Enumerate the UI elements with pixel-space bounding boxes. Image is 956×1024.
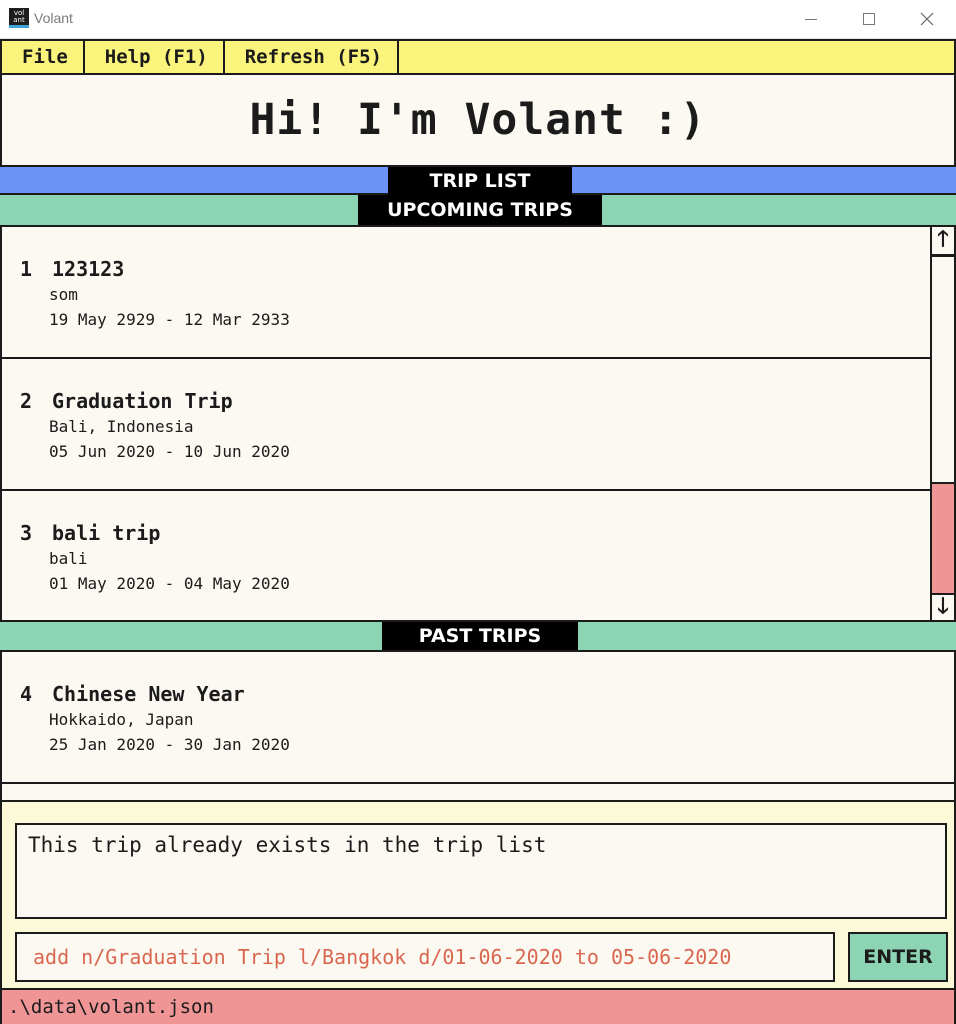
greeting-banner: Hi! I'm Volant :) (0, 75, 956, 165)
close-button[interactable] (898, 0, 956, 38)
menu-refresh[interactable]: Refresh (F5) (225, 41, 399, 73)
trip-destination: som (49, 285, 78, 304)
window-title-bar: vol ant Volant (0, 0, 956, 39)
trip-name: bali trip (52, 521, 161, 545)
maximize-icon (863, 13, 875, 25)
trip-index: 2 (20, 389, 33, 413)
result-message: This trip already exists in the trip lis… (28, 833, 547, 857)
trip-card[interactable]: 1 123123 som 19 May 2929 - 12 Mar 2933 (2, 227, 930, 359)
trip-index: 4 (20, 682, 33, 706)
trip-destination: Hokkaido, Japan (49, 710, 194, 729)
scroll-thumb[interactable] (932, 482, 954, 595)
past-trips-list[interactable]: 4 Chinese New Year Hokkaido, Japan 25 Ja… (0, 652, 956, 800)
trip-list-header: TRIP LIST (0, 165, 956, 195)
upcoming-trips-label: UPCOMING TRIPS (358, 195, 602, 225)
result-display: This trip already exists in the trip lis… (15, 823, 947, 919)
minimize-icon (805, 18, 817, 20)
minimize-button[interactable] (782, 0, 840, 38)
past-trips-header: PAST TRIPS (0, 620, 956, 652)
maximize-button[interactable] (840, 0, 898, 38)
trip-card[interactable]: 3 bali trip bali 01 May 2020 - 04 May 20… (2, 491, 930, 620)
trip-name: Graduation Trip (52, 389, 233, 413)
trip-index: 3 (20, 521, 33, 545)
enter-button[interactable]: ENTER (848, 932, 948, 982)
trip-card[interactable]: 4 Chinese New Year Hokkaido, Japan 25 Ja… (2, 652, 954, 784)
command-area: This trip already exists in the trip lis… (0, 800, 956, 988)
scroll-up-arrow-icon[interactable]: 🡑 (932, 227, 954, 257)
trip-dates: 01 May 2020 - 04 May 2020 (49, 574, 290, 593)
trip-card[interactable]: 2 Graduation Trip Bali, Indonesia 05 Jun… (2, 359, 930, 491)
trip-destination: Bali, Indonesia (49, 417, 194, 436)
past-trips-label: PAST TRIPS (382, 622, 578, 650)
trip-dates: 05 Jun 2020 - 10 Jun 2020 (49, 442, 290, 461)
trip-index: 1 (20, 257, 33, 281)
trip-name: Chinese New Year (52, 682, 245, 706)
command-input[interactable] (15, 932, 835, 982)
data-file-path: .\data\volant.json (8, 996, 214, 1018)
window-title: Volant (34, 10, 73, 26)
menu-file[interactable]: File (2, 41, 85, 73)
upcoming-trips-list[interactable]: 1 123123 som 19 May 2929 - 12 Mar 2933 2… (0, 227, 930, 620)
trip-dates: 25 Jan 2020 - 30 Jan 2020 (49, 735, 290, 754)
scroll-down-arrow-icon[interactable]: 🡓 (932, 594, 954, 620)
trip-dates: 19 May 2929 - 12 Mar 2933 (49, 310, 290, 329)
trip-name: 123123 (52, 257, 125, 281)
greeting-text: Hi! I'm Volant :) (249, 95, 707, 145)
volant-app-icon: vol ant (9, 8, 29, 28)
menu-bar: File Help (F1) Refresh (F5) (0, 39, 956, 75)
status-bar: .\data\volant.json (0, 988, 956, 1024)
upcoming-trips-scrollbar[interactable]: 🡑 🡓 (930, 227, 956, 620)
trip-list-label: TRIP LIST (388, 167, 572, 195)
close-icon (920, 12, 934, 26)
app-icon-text-bottom: ant (13, 16, 25, 24)
menu-help[interactable]: Help (F1) (85, 41, 225, 73)
trip-destination: bali (49, 549, 88, 568)
upcoming-trips-header: UPCOMING TRIPS (0, 195, 956, 227)
